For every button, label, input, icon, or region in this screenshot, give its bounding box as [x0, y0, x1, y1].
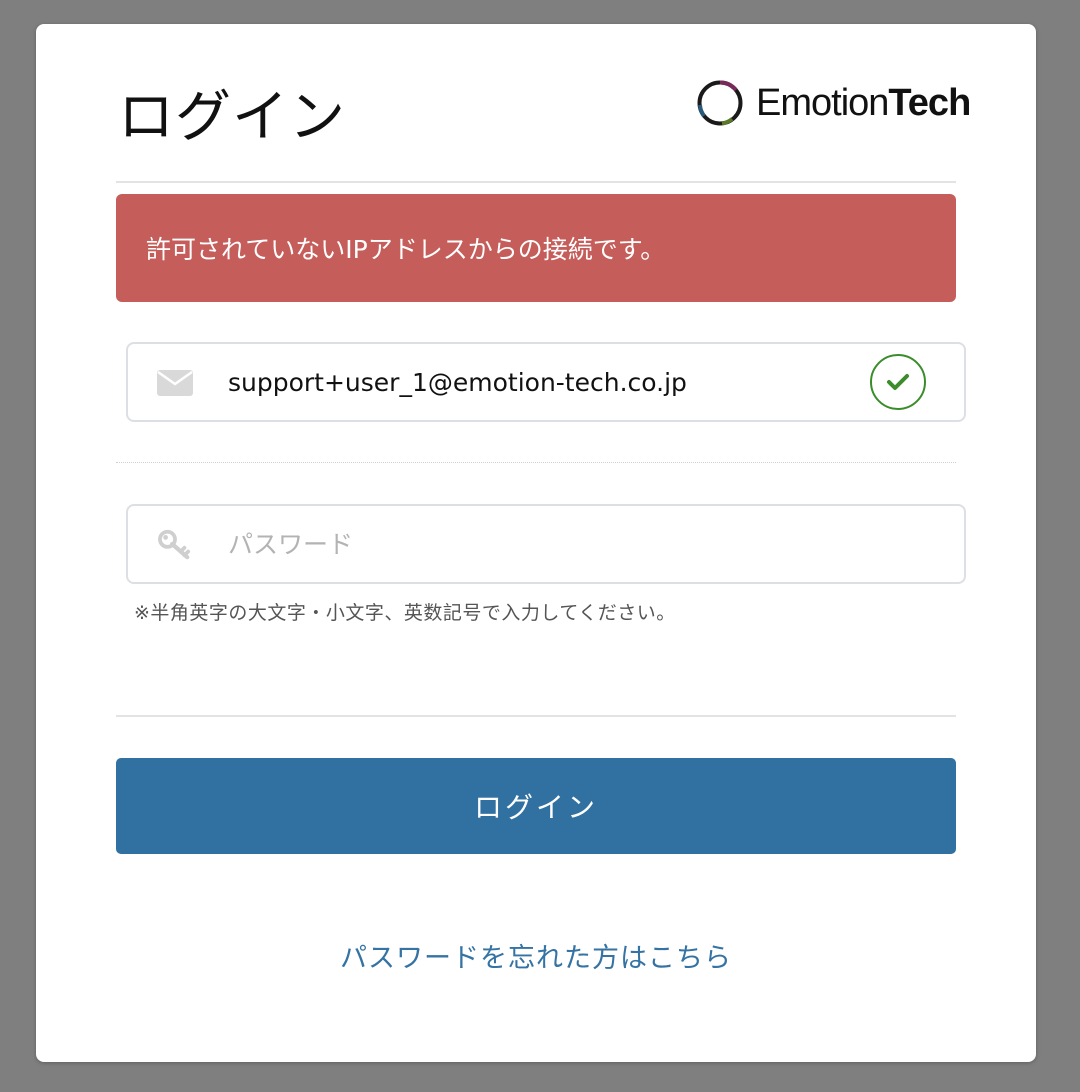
key-icon	[158, 529, 191, 560]
error-alert: 許可されていないIPアドレスからの接続です。	[116, 194, 956, 302]
email-input[interactable]	[228, 344, 848, 420]
error-alert-message: 許可されていないIPアドレスからの接続です。	[146, 235, 666, 264]
forgot-password-link[interactable]: パスワードを忘れた方はこちら	[36, 936, 1036, 975]
login-card: ログイン EmotionTech 許可されていないIPアドレスからの接続です。	[36, 24, 1036, 1062]
password-hint: ※半角英字の大文字・小文字、英数記号で入力してください。	[134, 602, 676, 624]
envelope-icon	[157, 370, 193, 396]
emotiontech-logo: EmotionTech	[696, 78, 971, 128]
password-input[interactable]	[228, 506, 848, 582]
check-circle-icon	[870, 354, 926, 410]
form-divider	[116, 715, 956, 717]
checkmark-icon	[887, 374, 909, 390]
logo-ring-icon	[697, 80, 743, 126]
header-divider	[116, 181, 956, 183]
login-button[interactable]: ログイン	[116, 758, 956, 854]
page-title: ログイン	[118, 85, 346, 150]
field-separator	[116, 462, 956, 463]
password-field-wrapper	[126, 504, 966, 584]
logo-wordmark: EmotionTech	[756, 82, 971, 124]
logo-text-emotion: Emotion	[756, 82, 889, 124]
email-field-wrapper	[126, 342, 966, 422]
logo-text-tech: Tech	[888, 82, 971, 124]
